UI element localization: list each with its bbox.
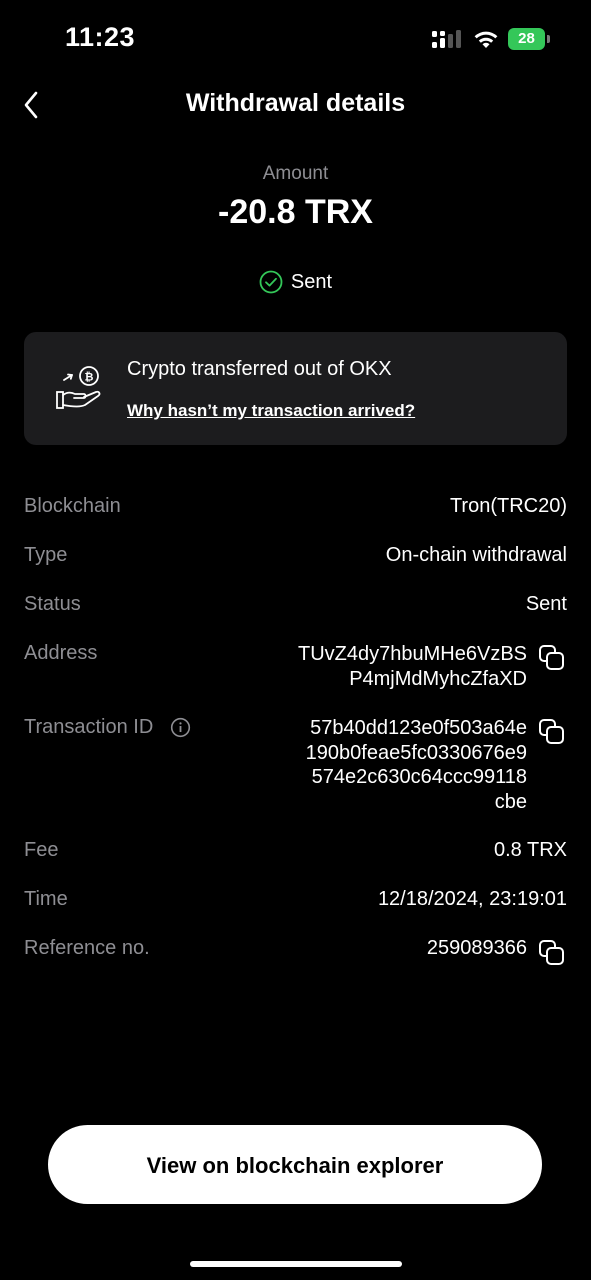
transaction-id-line: 57b40dd123e0f503a64e (310, 717, 527, 739)
amount-label: Amount (262, 163, 329, 184)
status-text: Sent (290, 270, 333, 293)
reference-value: 259089366 (426, 937, 527, 959)
time-value: 12/18/2024, 23:19:01 (377, 888, 567, 910)
notice-title: Crypto transferred out of OKX (127, 358, 392, 380)
transaction-id-line: 190b0feae5fc0330676e9 (305, 741, 527, 764)
check-circle-icon (259, 270, 283, 294)
transaction-id-value: 57b40dd123e0f503a64e 190b0feae5fc0330676… (267, 716, 527, 814)
transaction-id-line: 574e2c630c64ccc99118 (311, 766, 527, 788)
time-label: Time (24, 888, 68, 910)
address-line: TUvZ4dy7hbuMHe6VzBS (298, 643, 527, 665)
status-value: Sent (525, 593, 567, 615)
reference-label: Reference no. (24, 937, 150, 959)
battery-level: 28 (508, 28, 545, 50)
cellular-signal-icon (432, 30, 461, 48)
page-title: Withdrawal details (185, 89, 406, 117)
svg-text:₿: ₿ (85, 371, 94, 384)
transaction-help-link[interactable]: Why hasn’t my transaction arrived? (127, 401, 415, 421)
transaction-id-label: Transaction ID (24, 716, 154, 738)
address-line: P4mjMdMyhcZfaXD (349, 667, 527, 690)
status-bar: 11:23 28 (0, 0, 591, 80)
status-time: 11:23 (65, 22, 136, 52)
home-indicator[interactable] (190, 1261, 402, 1267)
address-label: Address (24, 642, 98, 664)
transaction-id-line: cbe (494, 790, 527, 813)
copy-reference-icon[interactable] (538, 939, 566, 967)
type-label: Type (24, 544, 68, 566)
info-icon[interactable] (170, 717, 191, 738)
status-label: Status (24, 593, 81, 615)
battery-indicator: 28 (508, 28, 550, 50)
blockchain-label: Blockchain (24, 495, 121, 517)
fee-label: Fee (24, 839, 59, 861)
hand-coin-icon: ₿ (56, 366, 101, 409)
amount-value: -20.8 TRX (218, 193, 373, 231)
transfer-notice-card: ₿ Crypto transferred out of OKX Why hasn… (24, 332, 567, 445)
fee-value: 0.8 TRX (494, 839, 567, 861)
address-value: TUvZ4dy7hbuMHe6VzBS P4mjMdMyhcZfaXD (267, 642, 527, 691)
copy-address-icon[interactable] (538, 644, 566, 672)
battery-cap (547, 35, 550, 43)
blockchain-value: Tron(TRC20) (449, 495, 567, 517)
type-value: On-chain withdrawal (385, 544, 567, 566)
status-badge: Sent (0, 270, 591, 294)
copy-transaction-id-icon[interactable] (538, 718, 566, 746)
view-blockchain-explorer-button[interactable]: View on blockchain explorer (48, 1125, 542, 1204)
wifi-icon (474, 31, 498, 48)
